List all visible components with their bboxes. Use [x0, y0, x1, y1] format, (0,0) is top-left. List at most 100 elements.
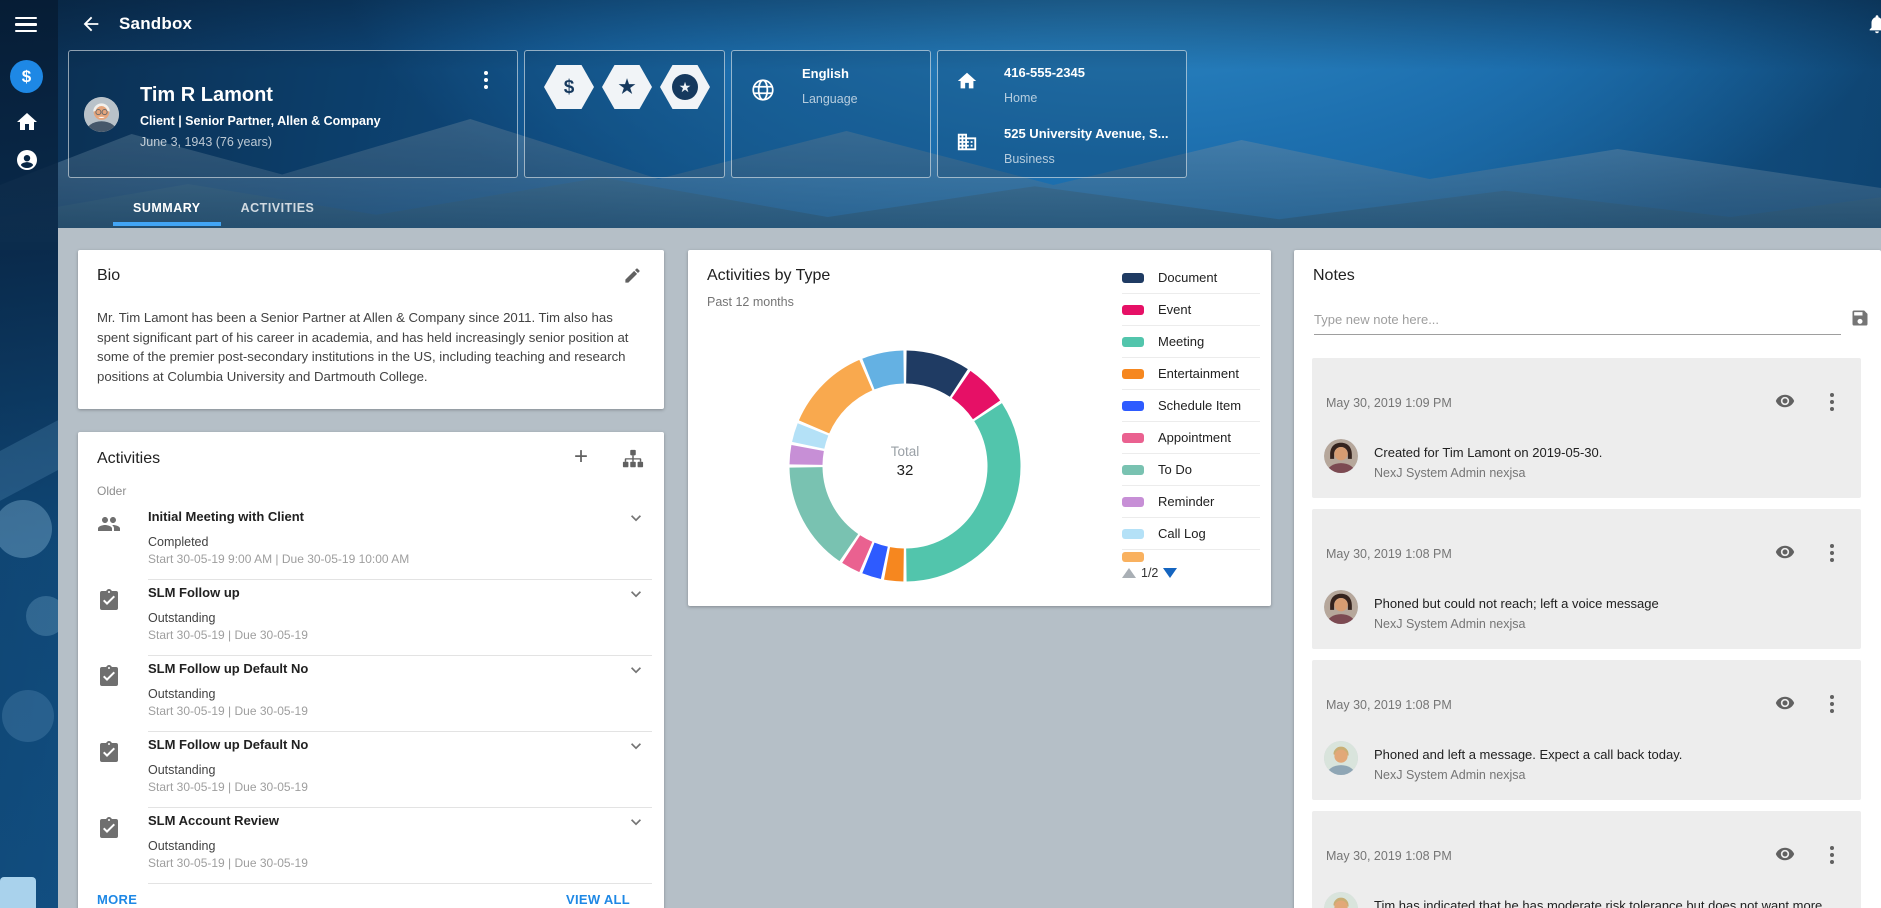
donut-segment[interactable] [887, 563, 904, 565]
donut-segment[interactable] [814, 375, 866, 427]
task-clipboard-icon [97, 816, 121, 840]
note-timestamp: May 30, 2019 1:08 PM [1326, 547, 1452, 561]
dollar-badge-glyph: $ [564, 78, 575, 97]
legend-swatch [1122, 305, 1144, 315]
donut-segment[interactable] [868, 367, 903, 374]
chevron-down-icon[interactable] [626, 584, 646, 604]
menu-icon[interactable] [15, 17, 37, 33]
back-arrow-icon[interactable] [80, 13, 102, 35]
legend-swatch [1122, 529, 1144, 539]
sidebar-item-financial[interactable]: $ [10, 60, 43, 93]
note-menu-icon[interactable] [1823, 542, 1843, 562]
activity-status: Outstanding [148, 763, 215, 777]
activity-list-item[interactable]: SLM Follow up Default No Outstanding Sta… [78, 732, 664, 808]
activity-title: Initial Meeting with Client [148, 509, 304, 524]
activity-list-item[interactable]: SLM Follow up Default No Outstanding Sta… [78, 656, 664, 732]
note-author-avatar [1324, 439, 1358, 473]
legend-label: Entertainment [1158, 366, 1239, 381]
legend-page-down-icon[interactable] [1163, 568, 1177, 578]
chevron-down-icon[interactable] [626, 812, 646, 832]
note-menu-icon[interactable] [1823, 844, 1843, 864]
note-author: NexJ System Admin nexjsa [1374, 768, 1843, 782]
contact-summary-card: Tim R Lamont Client | Senior Partner, Al… [68, 50, 518, 178]
contact-menu-icon[interactable] [477, 69, 495, 91]
donut-segment[interactable] [808, 429, 813, 445]
activities-by-type-card: Activities by Type Past 12 months Total … [688, 250, 1271, 606]
note-menu-icon[interactable] [1823, 391, 1843, 411]
tab-bar: SUMMARY ACTIVITIES [113, 190, 334, 226]
phone-value[interactable]: 416-555-2345 [1004, 65, 1085, 80]
donut-segment[interactable] [806, 467, 849, 547]
contact-subtitle: Client | Senior Partner, Allen & Company [140, 114, 381, 128]
note-item: May 30, 2019 1:09 PM [1312, 358, 1861, 498]
note-author: NexJ System Admin nexjsa [1374, 466, 1843, 480]
star-badge-glyph: ★ [618, 78, 635, 97]
tab-activities[interactable]: ACTIVITIES [221, 190, 335, 226]
chevron-down-icon[interactable] [626, 660, 646, 680]
note-menu-icon[interactable] [1823, 693, 1843, 713]
sidebar: $ [0, 0, 58, 908]
contact-name: Tim R Lamont [140, 84, 273, 107]
account-icon[interactable] [15, 148, 39, 172]
donut-segment[interactable] [868, 558, 884, 563]
chevron-down-icon[interactable] [626, 508, 646, 528]
note-author: NexJ System Admin nexjsa [1374, 617, 1843, 631]
note-item: May 30, 2019 1:08 PM [1312, 811, 1861, 908]
phone-label: Home [1004, 91, 1037, 105]
notes-card: Notes May 30, 2019 1:09 PM [1294, 250, 1881, 908]
address-label: Business [1004, 152, 1055, 166]
view-note-eye-icon[interactable] [1775, 844, 1795, 864]
new-note-input[interactable] [1314, 305, 1841, 335]
donut-segment[interactable] [806, 448, 808, 465]
activity-title: SLM Follow up Default No [148, 661, 308, 676]
activity-status: Completed [148, 535, 208, 549]
donut-segment[interactable] [906, 412, 1004, 565]
legend-page-up-icon[interactable] [1122, 568, 1136, 578]
more-button[interactable]: MORE [97, 892, 137, 907]
hierarchy-icon[interactable] [622, 448, 644, 470]
donut-center: Total 32 [825, 444, 985, 479]
chart-legend: Document Event Meeting Entertainment Sch… [1122, 262, 1260, 563]
legend-label: Schedule Item [1158, 398, 1241, 413]
activity-list-item[interactable]: SLM Account Review Outstanding Start 30-… [78, 808, 664, 884]
legend-item: Event [1122, 294, 1260, 326]
legend-label: Document [1158, 270, 1217, 285]
legend-label: Event [1158, 302, 1191, 317]
activities-list: Initial Meeting with Client Completed St… [78, 504, 664, 884]
note-author-avatar [1324, 590, 1358, 624]
note-text: Phoned and left a message. Expect a call… [1374, 746, 1843, 764]
edit-pencil-icon[interactable] [623, 266, 642, 285]
activity-title: SLM Follow up [148, 585, 240, 600]
address-value[interactable]: 525 University Avenue, S... [1004, 126, 1169, 141]
donut-total-label: Total [825, 444, 985, 459]
dollar-badge[interactable]: $ [544, 65, 594, 109]
activity-list-item[interactable]: SLM Follow up Outstanding Start 30-05-19… [78, 580, 664, 656]
donut-segment[interactable] [961, 384, 986, 409]
bio-text: Mr. Tim Lamont has been a Senior Partner… [97, 308, 637, 386]
note-text: Tim has indicated that he has moderate r… [1374, 897, 1843, 908]
tab-summary[interactable]: SUMMARY [113, 190, 221, 226]
view-all-button[interactable]: VIEW ALL [566, 892, 630, 907]
donut-segment[interactable] [906, 367, 958, 383]
view-note-eye-icon[interactable] [1775, 542, 1795, 562]
view-note-eye-icon[interactable] [1775, 391, 1795, 411]
home-icon[interactable] [15, 110, 39, 134]
legend-item: Appointment [1122, 422, 1260, 454]
legend-swatch [1122, 497, 1144, 507]
view-note-eye-icon[interactable] [1775, 693, 1795, 713]
legend-item: Call Log [1122, 518, 1260, 550]
legend-page-label: 1/2 [1141, 566, 1158, 580]
chevron-down-icon[interactable] [626, 736, 646, 756]
donut-segment[interactable] [851, 549, 866, 557]
legend-item: Schedule Item [1122, 390, 1260, 422]
add-activity-icon[interactable]: + [570, 446, 592, 468]
badges-card: $ ★ ★ [524, 50, 725, 178]
activity-list-item[interactable]: Initial Meeting with Client Completed St… [78, 504, 664, 580]
star-seal-badge[interactable]: ★ [660, 65, 710, 109]
meeting-people-icon [97, 512, 121, 536]
task-clipboard-icon [97, 664, 121, 688]
activity-status: Outstanding [148, 687, 215, 701]
star-badge[interactable]: ★ [602, 65, 652, 109]
note-text: Created for Tim Lamont on 2019-05-30. [1374, 444, 1843, 462]
save-note-icon[interactable] [1850, 308, 1870, 328]
